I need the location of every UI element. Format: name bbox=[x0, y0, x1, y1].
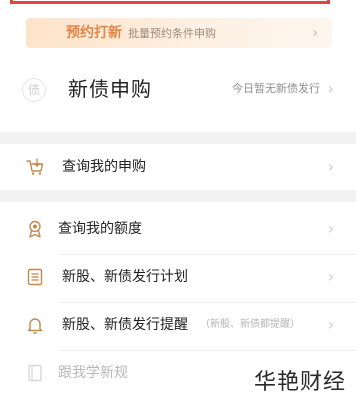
chevron-right-icon: › bbox=[327, 219, 334, 238]
menu-label: 查询我的申购 bbox=[62, 159, 146, 175]
reservation-promo-banner[interactable]: 预约打新 批量预约条件申购 › bbox=[26, 18, 332, 48]
my-subscription-card: 查询我的申购 › bbox=[0, 144, 356, 190]
award-ribbon-icon bbox=[29, 220, 41, 238]
cart-icon bbox=[26, 158, 44, 175]
bond-card: 预约打新 批量预约条件申购 › 债 新债申购 今日暂无新债发行 › bbox=[0, 14, 356, 132]
bond-status: 今日暂无新债发行 bbox=[232, 82, 320, 95]
chevron-right-icon: › bbox=[327, 79, 334, 98]
watermark: 华艳财经 bbox=[249, 368, 350, 398]
menu-item-my-subscription[interactable]: 查询我的申购 › bbox=[0, 144, 356, 190]
promo-title: 预约打新 bbox=[66, 25, 122, 41]
bond-icon: 债 bbox=[22, 78, 46, 102]
bond-title: 新债申购 bbox=[68, 77, 152, 101]
menu-label: 新股、新债发行提醒 bbox=[62, 317, 188, 333]
menu-label: 跟我学新规 bbox=[58, 365, 128, 381]
chevron-right-icon: › bbox=[327, 157, 334, 176]
top-bar bbox=[0, 0, 356, 14]
chevron-right-icon: › bbox=[327, 267, 334, 286]
menu-item-my-quota[interactable]: 查询我的额度 › bbox=[0, 206, 356, 254]
menu-item-issue-plan[interactable]: 新股、新债发行计划 › bbox=[0, 254, 356, 302]
chevron-right-icon: › bbox=[327, 315, 334, 334]
list-document-icon bbox=[27, 268, 43, 286]
promo-subtitle: 批量预约条件申购 bbox=[128, 27, 216, 40]
menu-note: （新股、新债都提醒） bbox=[200, 319, 300, 330]
book-icon bbox=[28, 364, 42, 382]
bell-icon bbox=[27, 318, 43, 334]
new-bond-subscription-row[interactable]: 债 新债申购 今日暂无新债发行 › bbox=[0, 70, 356, 114]
highlight-frame bbox=[10, 0, 330, 4]
menu-label: 新股、新债发行计划 bbox=[62, 269, 188, 285]
menu-label: 查询我的额度 bbox=[58, 221, 142, 237]
menu-item-issue-reminder[interactable]: 新股、新债发行提醒 （新股、新债都提醒） › bbox=[0, 302, 356, 350]
chevron-right-icon: › bbox=[312, 25, 318, 41]
